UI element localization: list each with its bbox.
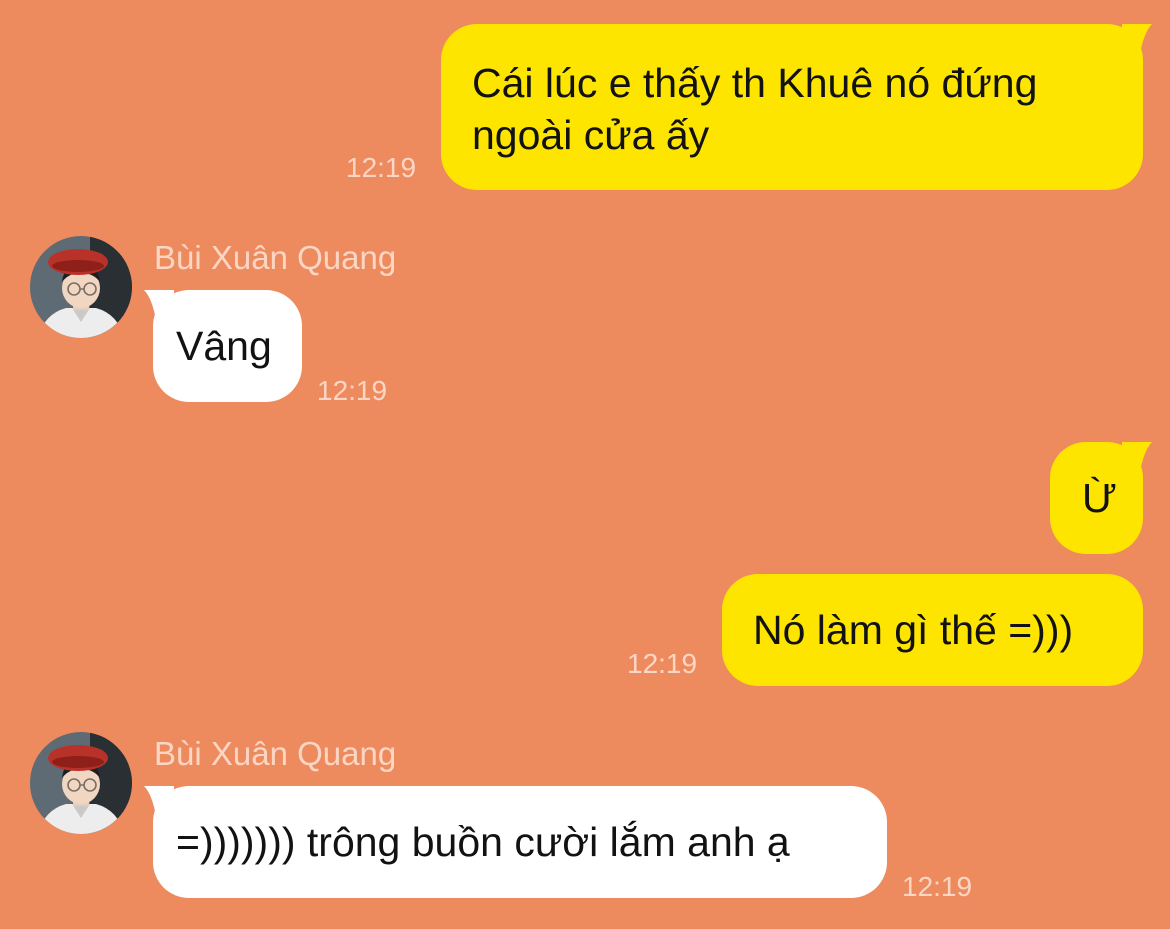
incoming-message-bubble[interactable]: =))))))) trông buồn cười lắm anh ạ — [144, 786, 887, 898]
message-text: Vâng — [176, 323, 272, 369]
message-timestamp: 12:19 — [627, 648, 698, 679]
message-text: =))))))) trông buồn cười lắm anh ạ — [176, 819, 790, 865]
message-timestamp: 12:19 — [317, 375, 388, 406]
message-timestamp: 12:19 — [346, 152, 417, 183]
sender-name: Bùi Xuân Quang — [154, 735, 397, 772]
profile-photo-icon — [30, 732, 132, 834]
bubble-tail-icon — [144, 290, 174, 320]
bubble-tail-icon — [1122, 24, 1152, 54]
sender-name: Bùi Xuân Quang — [154, 239, 397, 276]
sender-avatar[interactable] — [30, 236, 132, 338]
outgoing-message-bubble[interactable]: Ừ — [1050, 442, 1152, 554]
message-timestamp: 12:19 — [902, 871, 973, 902]
profile-photo-icon — [30, 236, 132, 338]
outgoing-message-bubble[interactable]: Nó làm gì thế =))) — [722, 574, 1143, 686]
message-text: Cái lúc e thấy th Khuê nó đứng ngoài cửa… — [472, 60, 1038, 158]
bubble-tail-icon — [1122, 442, 1152, 472]
bubble-tail-icon — [144, 786, 174, 816]
incoming-message-bubble[interactable]: Vâng — [144, 290, 302, 402]
message-text: Ừ — [1082, 475, 1118, 521]
sender-avatar[interactable] — [30, 732, 132, 834]
message-text: Nó làm gì thế =))) — [753, 607, 1074, 653]
outgoing-message-bubble[interactable]: Cái lúc e thấy th Khuê nó đứng ngoài cửa… — [441, 24, 1152, 190]
chat-screen: { "theme": { "background": "#EE8B5E", "o… — [0, 0, 1170, 929]
